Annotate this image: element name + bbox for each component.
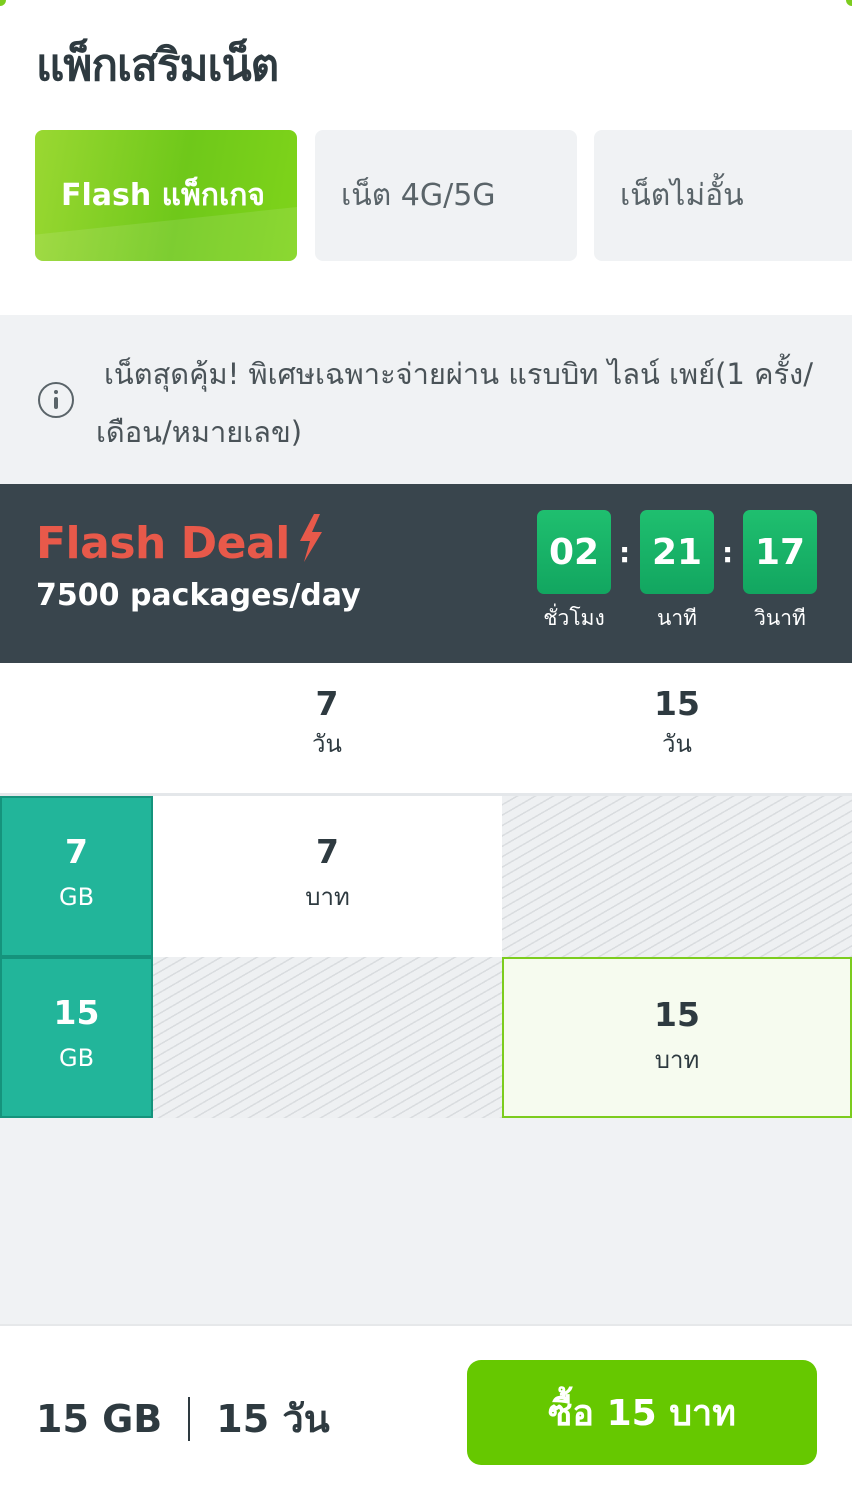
lightning-bolt-icon <box>298 514 324 573</box>
row-header-value: 7 <box>65 832 88 871</box>
row-header-unit: GB <box>58 1044 95 1072</box>
package-price-unit: บาท <box>305 883 350 911</box>
column-header-unit: วัน <box>662 730 692 758</box>
timer-hours: 02 <box>537 510 611 594</box>
timer-hours-label: ชั่วโมง <box>543 606 605 630</box>
column-header-value: 7 <box>315 684 339 723</box>
column-header-duration: 7 วัน <box>237 684 417 764</box>
top-edge-decoration <box>0 0 6 6</box>
summary-data: 15 GB <box>36 1396 163 1441</box>
content-background <box>0 1118 852 1324</box>
column-header-unit: วัน <box>312 730 342 758</box>
summary-duration: 15 วัน <box>216 1397 330 1441</box>
tab-label: เน็ตไม่อั้น <box>620 178 744 213</box>
package-price: 15 <box>654 995 700 1034</box>
tab-net-4g-5g[interactable]: เน็ต 4G/5G <box>315 130 577 261</box>
tab-label: เน็ต 4G/5G <box>341 178 496 213</box>
summary-divider <box>188 1396 191 1441</box>
row-header-data: 15 GB <box>0 957 153 1118</box>
selection-summary: 15 GB 15 วัน <box>36 1388 330 1449</box>
timer-seconds-label: วินาที <box>754 606 806 630</box>
info-icon <box>38 382 74 418</box>
timer-minutes-label: นาที <box>657 606 697 630</box>
column-header-value: 15 <box>654 684 700 723</box>
timer-separator: : <box>722 536 734 569</box>
timer-seconds: 17 <box>743 510 817 594</box>
timer-separator: : <box>619 536 631 569</box>
tab-flash-package[interactable]: Flash แพ็กเกจ <box>35 130 297 261</box>
flash-deal-banner <box>0 484 852 663</box>
tab-unlimited-net[interactable]: เน็ตไม่อั้น <box>594 130 852 261</box>
buy-button[interactable]: ซื้อ 15 บาท <box>467 1360 817 1465</box>
flash-deal-title-text: Flash Deal <box>36 518 290 569</box>
flash-deal-title: Flash Deal <box>36 514 324 573</box>
package-unavailable <box>153 957 502 1118</box>
column-header-duration: 15 วัน <box>587 684 767 764</box>
page-title: แพ็กเสริมเน็ต <box>36 40 279 91</box>
package-option-7gb-7days[interactable]: 7 บาท <box>153 796 502 957</box>
row-header-value: 15 <box>53 993 100 1032</box>
row-header-unit: GB <box>58 883 95 911</box>
package-price: 7 <box>316 832 339 871</box>
package-price-unit: บาท <box>654 1046 700 1074</box>
flash-deal-subtitle: 7500 packages/day <box>36 578 361 613</box>
tab-label: Flash แพ็กเกจ <box>61 178 265 213</box>
row-header-data: 7 GB <box>0 796 153 957</box>
promo-notice-text: เน็ตสุดคุ้ม! พิเศษเฉพาะจ่ายผ่าน แรบบิท ไ… <box>96 357 813 449</box>
package-tabs: Flash แพ็กเกจ เน็ต 4G/5G เน็ตไม่อั้น <box>35 130 852 261</box>
top-edge-decoration <box>846 0 852 6</box>
package-option-15gb-15days[interactable]: 15 บาท <box>502 957 852 1118</box>
timer-minutes: 21 <box>640 510 714 594</box>
package-unavailable <box>502 796 852 957</box>
